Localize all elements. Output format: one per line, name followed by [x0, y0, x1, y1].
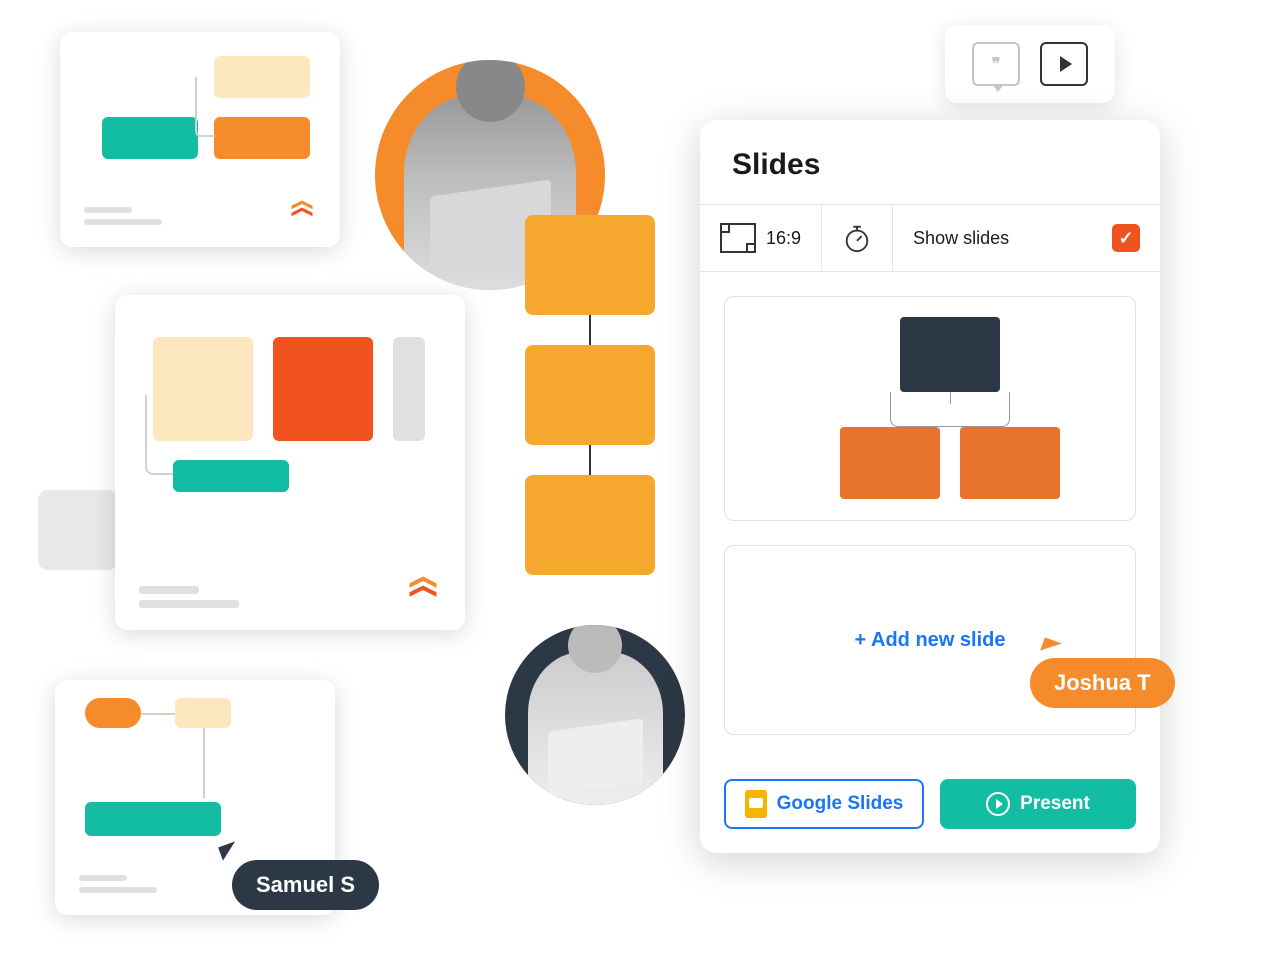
diagram-block: [273, 337, 373, 441]
google-slides-button[interactable]: Google Slides: [724, 779, 924, 829]
thumb-footer: [84, 197, 316, 225]
diagram-block: [393, 337, 425, 441]
play-icon: [1060, 56, 1072, 72]
slide-thumbnail-2[interactable]: [115, 295, 465, 630]
diagram-block: [153, 337, 253, 441]
diagram-block: [900, 317, 1000, 392]
collaborator-cursor-tag: Joshua T: [1030, 658, 1175, 708]
brand-logo-icon: [405, 572, 441, 608]
diagram-block: [85, 802, 221, 836]
present-button[interactable]: Present: [940, 779, 1136, 829]
diagram-block: [102, 117, 198, 159]
google-slides-label: Google Slides: [777, 793, 904, 815]
quote-icon: ❞: [992, 54, 1001, 74]
diagram-connector: [890, 392, 1010, 427]
brand-logo-icon: [288, 197, 316, 225]
slide-thumbnail-1[interactable]: [60, 32, 340, 247]
diagram-block: [175, 698, 231, 728]
aspect-ratio-selector[interactable]: 16:9: [700, 205, 822, 271]
add-slide-label: + Add new slide: [855, 629, 1006, 652]
diagram-block: [960, 427, 1060, 499]
stopwatch-icon: [842, 223, 872, 253]
comment-mode-button[interactable]: ❞: [972, 42, 1020, 86]
diagram-block: [840, 427, 940, 499]
panel-footer: Google Slides Present: [700, 759, 1160, 853]
diagram-connector: [195, 77, 215, 137]
diagram-block: [173, 460, 289, 492]
thumb-footer: [139, 572, 441, 608]
mode-toolbar: ❞: [945, 25, 1115, 103]
aspect-ratio-icon: [720, 223, 756, 253]
canvas-node[interactable]: [525, 215, 655, 315]
panel-title: Slides: [700, 120, 1160, 204]
present-mode-button[interactable]: [1040, 42, 1088, 86]
aspect-ratio-label: 16:9: [766, 228, 801, 249]
google-slides-icon: [745, 790, 767, 818]
canvas-node[interactable]: [525, 475, 655, 575]
diagram-connector: [141, 713, 175, 715]
slides-toolbar: 16:9 Show slides ✓: [700, 204, 1160, 272]
side-tab: [38, 490, 118, 570]
timer-button[interactable]: [822, 205, 893, 271]
collaborator-name: Samuel S: [256, 872, 355, 898]
collaborator-avatar: [505, 625, 685, 805]
checkbox-checked-icon: ✓: [1112, 224, 1140, 252]
diagram-block: [85, 698, 141, 728]
present-icon: [986, 792, 1010, 816]
canvas-connector: [589, 315, 591, 345]
canvas-node[interactable]: [525, 345, 655, 445]
show-slides-toggle[interactable]: Show slides ✓: [893, 205, 1160, 271]
slide-preview[interactable]: [724, 296, 1136, 521]
diagram-block: [214, 56, 310, 98]
present-label: Present: [1020, 793, 1090, 815]
diagram-connector: [203, 728, 205, 798]
show-slides-label: Show slides: [913, 228, 1009, 249]
diagram-block: [214, 117, 310, 159]
collaborator-cursor-tag: Samuel S: [232, 860, 379, 910]
collaborator-name: Joshua T: [1054, 670, 1151, 696]
canvas-connector: [589, 445, 591, 475]
slides-panel: Slides 16:9 Show slides ✓: [700, 120, 1160, 853]
